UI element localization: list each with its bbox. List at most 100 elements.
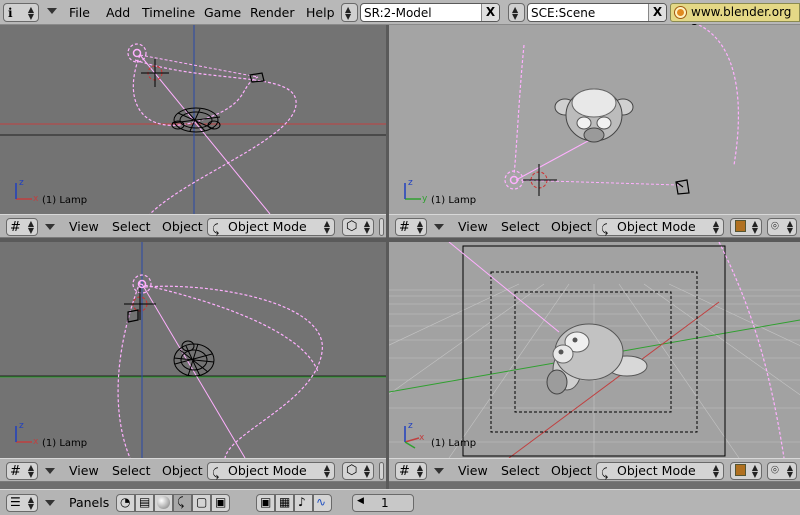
monkey-mesh-wire [173,340,215,377]
screen-name-field[interactable]: SR:2-Model X [360,3,500,22]
viewport-front[interactable]: z x (1) Lamp [0,242,386,458]
main-menu-bar: i ▲ ▼ File Add Timeline Game Render Help … [0,0,800,36]
object-mode-value: Object Mode [228,463,307,478]
pivot-button[interactable]: ⌾ ▲ ▼ [767,218,797,236]
render-icon: ▣ [260,495,272,509]
draw-type-button[interactable]: ⬡ ▲ ▼ [342,218,374,236]
3d-cursor-icon [124,288,156,320]
updown-arrows-icon: ▲ ▼ [751,219,758,235]
view-menu[interactable]: View [458,464,488,478]
editor-type-button[interactable]: # ▲ ▼ [6,218,38,236]
object-context-button[interactable]: ⤹ [173,494,192,512]
collapse-menu-triangle-icon[interactable] [47,8,57,14]
solid-cube-icon [735,220,746,232]
viewport-side[interactable]: z y (1) Lamp [389,25,800,214]
pivot-icon: ⌾ [771,219,779,234]
menu-add[interactable]: Add [106,4,130,21]
object-menu[interactable]: Object [162,220,203,234]
menu-help[interactable]: Help [306,4,335,21]
world-buttons-button[interactable]: ∿ [313,494,332,512]
object-mode-dropdown[interactable]: ⤹ Object Mode ▲ ▼ [207,218,335,236]
object-mode-dropdown[interactable]: ⤹ Object Mode ▲ ▼ [207,462,335,480]
more-buttons-handle[interactable] [379,462,384,480]
camera-path-curve [134,59,297,214]
collapse-header-triangle-icon[interactable] [45,468,55,474]
menu-file[interactable]: File [69,4,90,21]
viewport-header-camera: # ▲ ▼ View Select Object ⤹ Object Mode ▲ ▼… [389,458,800,482]
updown-arrows-icon: ▲ ▼ [712,219,719,235]
view-menu[interactable]: View [69,464,99,478]
updown-arrows-icon: ▲ ▼ [786,463,793,479]
select-menu[interactable]: Select [501,464,540,478]
panels-menu[interactable]: Panels [69,495,109,510]
draw-type-button[interactable]: ▲ ▼ [730,462,762,480]
wave-icon: ∿ [316,495,327,509]
view-menu[interactable]: View [69,220,99,234]
sound-buttons-button[interactable]: ♪ [294,494,313,512]
collapse-header-triangle-icon[interactable] [434,468,444,474]
edit-square-icon: ▢ [196,495,208,509]
axis-gizmo-icon: z y [404,178,428,204]
object-menu[interactable]: Object [551,464,592,478]
shading-context-button[interactable] [154,494,173,512]
window-type-button[interactable]: i ▲ ▼ [3,3,39,22]
grid-icon: # [10,220,21,235]
view-menu[interactable]: View [458,220,488,234]
delete-scene-x-icon[interactable]: X [648,4,666,21]
decrement-arrow-icon[interactable]: ◀ [357,496,364,506]
script-context-button[interactable]: ▤ [135,494,154,512]
frame-number-value: 1 [381,496,389,510]
svg-text:z: z [408,421,413,431]
object-menu[interactable]: Object [551,220,592,234]
select-menu[interactable]: Select [112,464,151,478]
blender-logo-icon [675,7,686,18]
menu-timeline[interactable]: Timeline [142,4,195,21]
render-buttons-button[interactable]: ▣ [256,494,275,512]
editor-type-button[interactable]: # ▲ ▼ [395,462,427,480]
pacman-icon: ◔ [120,495,131,509]
updown-arrows-icon: ▲ ▼ [27,3,34,21]
viewport-camera[interactable]: z x (1) Lamp [389,242,800,458]
select-menu[interactable]: Select [112,220,151,234]
svg-text:z: z [19,178,24,188]
object-mode-dropdown[interactable]: ⤹ Object Mode ▲ ▼ [596,218,724,236]
collapse-header-triangle-icon[interactable] [434,224,444,230]
svg-text:z: z [19,421,24,431]
screen-browse-button[interactable]: ▲ ▼ [341,3,358,22]
viewport-header-side: # ▲ ▼ View Select Object ⤹ Object Mode ▲ ▼… [389,214,800,238]
more-buttons-handle[interactable] [379,218,384,236]
solid-cube-icon [735,464,746,476]
editor-type-button[interactable]: # ▲ ▼ [6,462,38,480]
wireframe-cube-icon: ⬡ [346,463,358,478]
delete-screen-x-icon[interactable]: X [481,4,499,21]
updown-arrows-icon: ▲ ▼ [27,219,34,235]
draw-type-button[interactable]: ▲ ▼ [730,218,762,236]
svg-text:x: x [33,194,39,204]
pivot-button[interactable]: ⌾ ▲ ▼ [767,462,797,480]
menu-render[interactable]: Render [250,4,295,21]
object-icon: ⤹ [177,495,185,509]
frame-number-field[interactable]: ◀ 1 [352,494,414,512]
editor-type-button[interactable]: ☰ ▲ ▼ [6,494,38,512]
object-menu[interactable]: Object [162,464,203,478]
logic-context-button[interactable]: ◔ [116,494,135,512]
editing-context-button[interactable]: ▢ [192,494,211,512]
select-menu[interactable]: Select [501,220,540,234]
object-mode-dropdown[interactable]: ⤹ Object Mode ▲ ▼ [596,462,724,480]
anim-buttons-button[interactable]: ▦ [275,494,294,512]
editor-type-button[interactable]: # ▲ ▼ [395,218,427,236]
scene-context-button[interactable]: ▣ [211,494,230,512]
updown-arrows-icon: ▲ ▼ [416,219,423,235]
collapse-header-triangle-icon[interactable] [45,224,55,230]
viewport-front-canvas: z x [0,242,386,458]
scene-name-field[interactable]: SCE:Scene X [527,3,667,22]
updown-arrows-icon: ▲ ▼ [512,5,519,21]
scene-browse-button[interactable]: ▲ ▼ [508,3,525,22]
viewport-top[interactable]: z x (1) Lamp [0,25,386,214]
blender-url-link[interactable]: www.blender.org 2 [670,3,800,36]
menu-game[interactable]: Game [204,4,241,21]
draw-type-button[interactable]: ⬡ ▲ ▼ [342,462,374,480]
info-icon: i [8,5,13,20]
collapse-header-triangle-icon[interactable] [45,500,55,506]
svg-text:z: z [408,178,413,188]
